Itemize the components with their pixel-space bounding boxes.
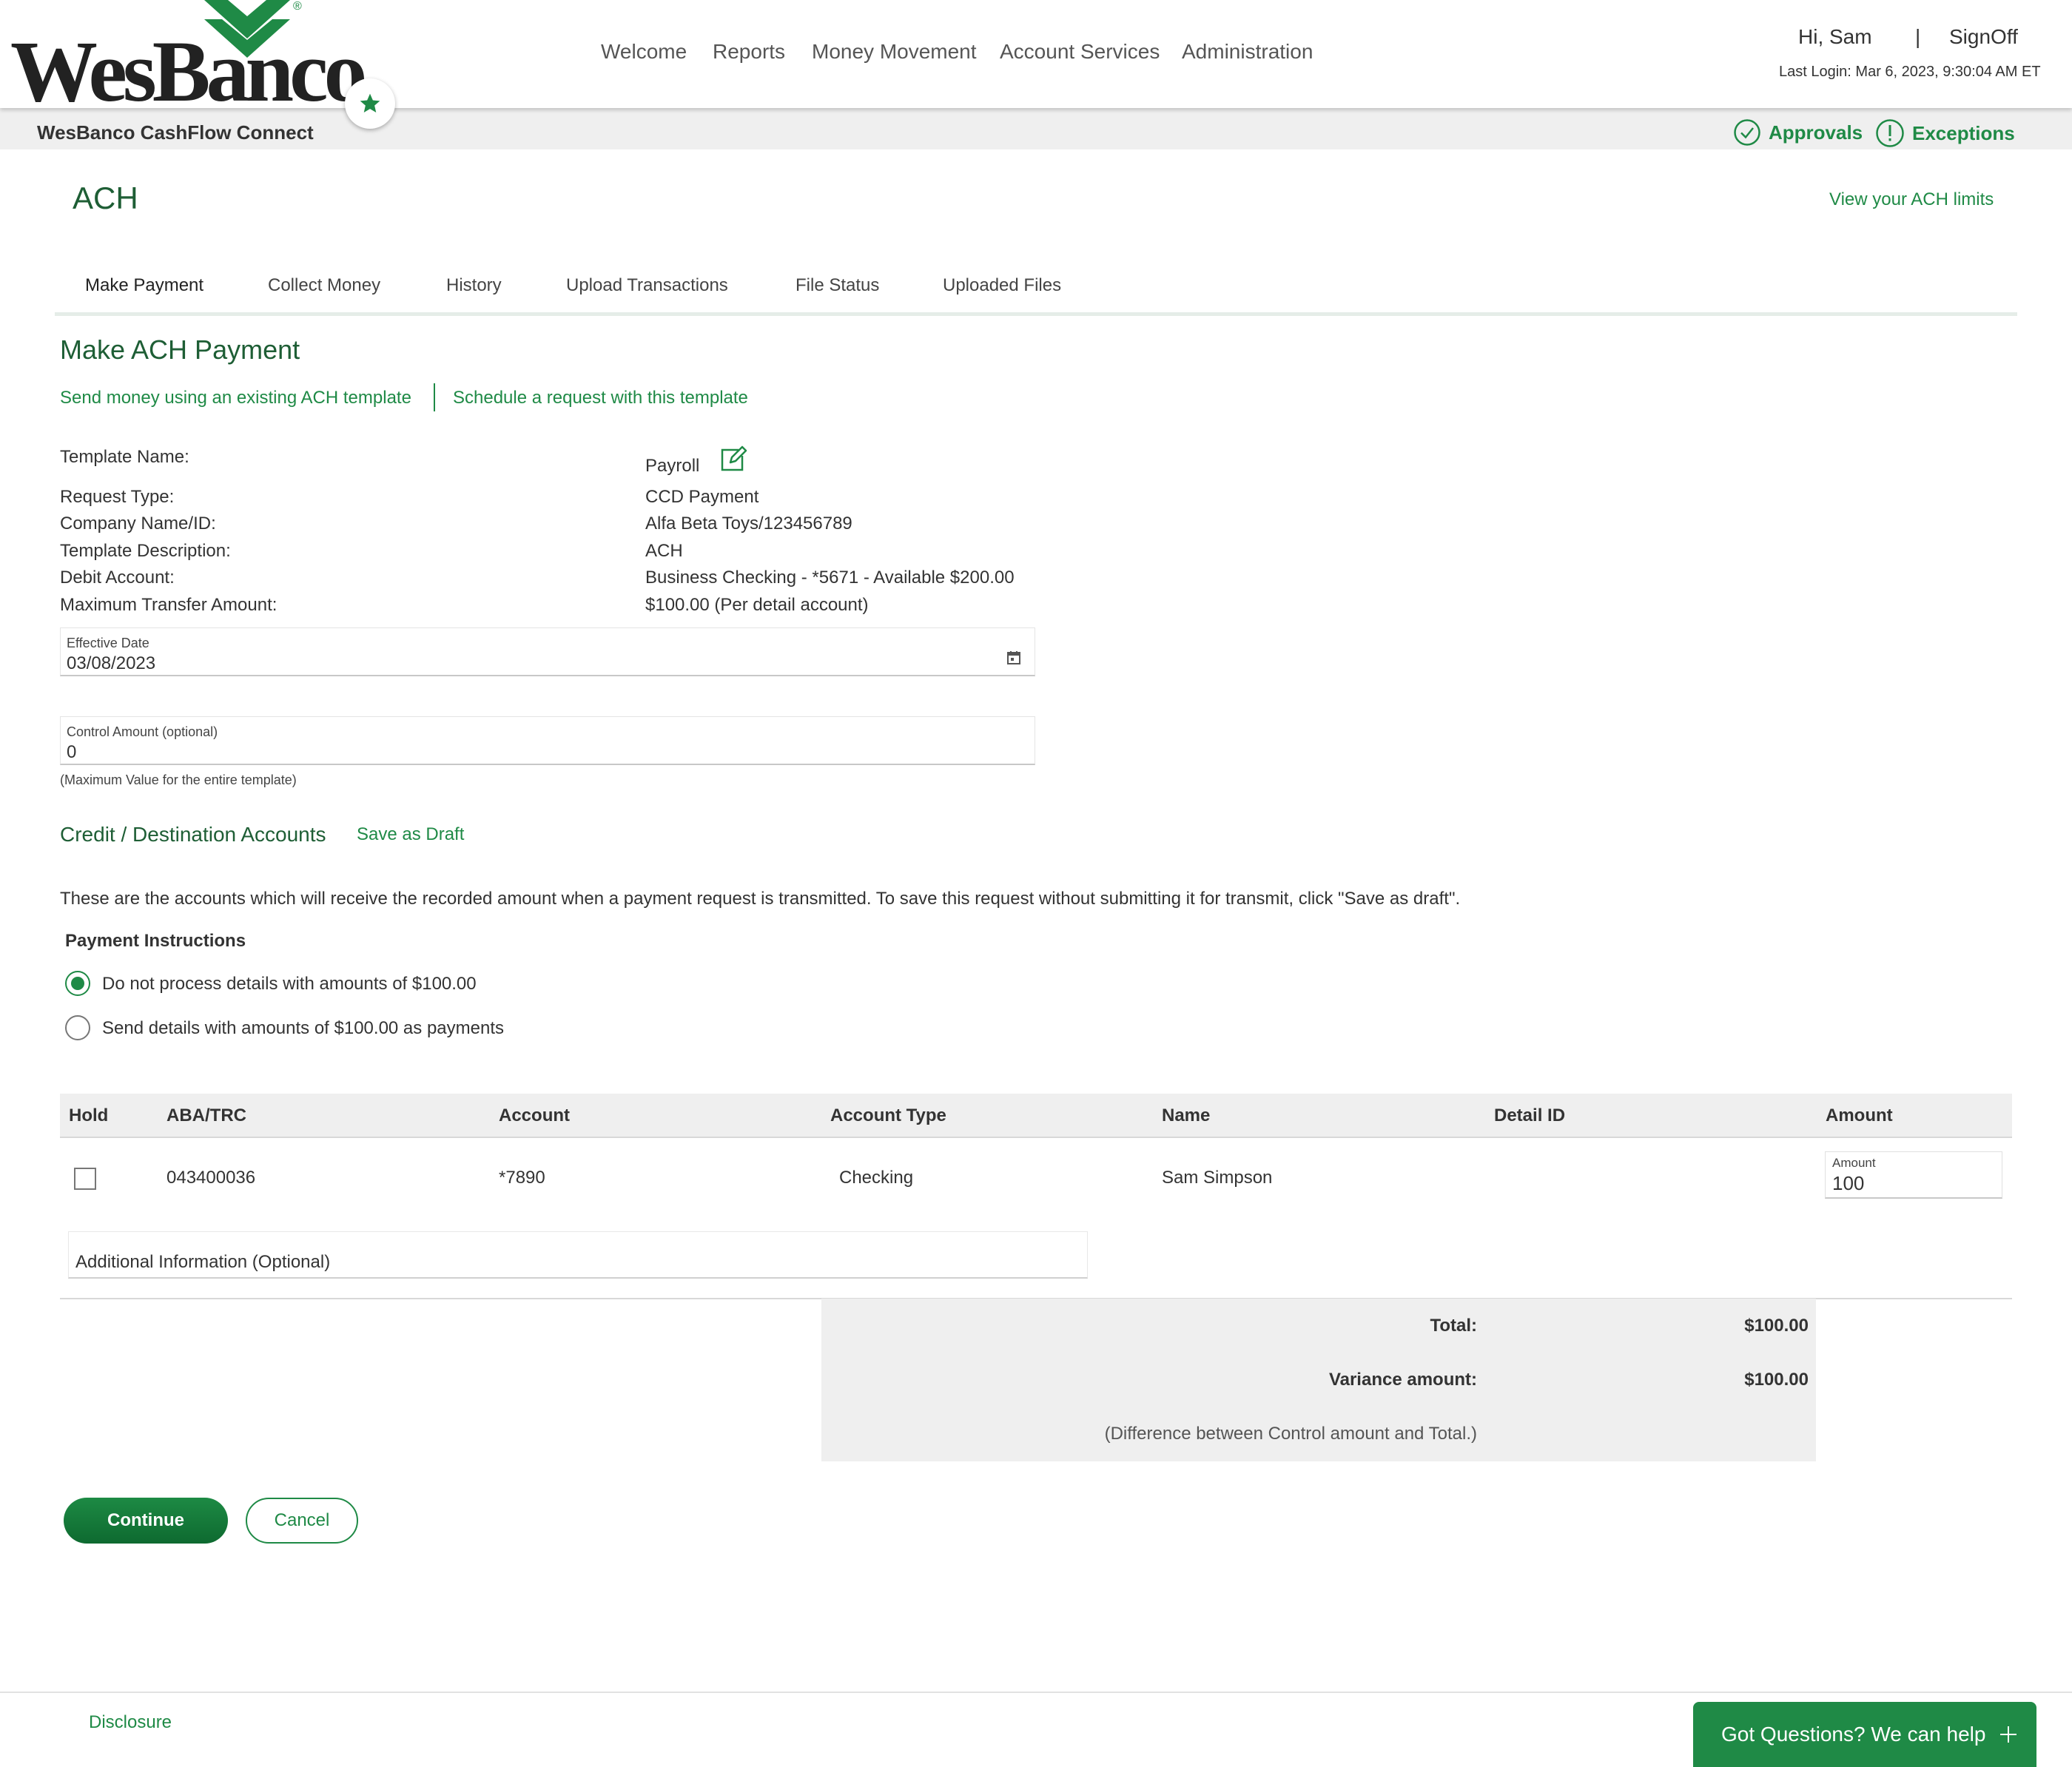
company-label: Company Name/ID: bbox=[60, 514, 216, 534]
section-title: Make ACH Payment bbox=[60, 334, 300, 365]
radio-do-not-process[interactable] bbox=[65, 971, 90, 996]
credit-destination-title: Credit / Destination Accounts bbox=[60, 823, 326, 846]
save-as-draft-link[interactable]: Save as Draft bbox=[357, 824, 464, 845]
request-type-value: CCD Payment bbox=[645, 487, 759, 507]
template-name-value: Payroll bbox=[645, 456, 700, 476]
control-amount-value: 0 bbox=[67, 742, 77, 762]
nav-account-services[interactable]: Account Services bbox=[1000, 40, 1160, 64]
effective-date-value: 03/08/2023 bbox=[67, 653, 156, 673]
amount-input-value[interactable]: 100 bbox=[1832, 1172, 1864, 1195]
additional-info-placeholder[interactable]: Additional Information (Optional) bbox=[75, 1252, 330, 1273]
payment-instructions-title: Payment Instructions bbox=[65, 931, 246, 951]
row-account: *7890 bbox=[499, 1168, 545, 1188]
company-value: Alfa Beta Toys/123456789 bbox=[645, 514, 852, 534]
signoff-link[interactable]: SignOff bbox=[1949, 25, 2018, 49]
effective-date-label: Effective Date bbox=[67, 636, 149, 650]
cancel-button[interactable]: Cancel bbox=[246, 1498, 358, 1544]
check-circle-icon bbox=[1734, 119, 1760, 146]
tab-history[interactable]: History bbox=[446, 275, 502, 296]
nav-money-movement[interactable]: Money Movement bbox=[812, 40, 977, 64]
view-ach-limits-link[interactable]: View your ACH limits bbox=[1829, 189, 1994, 210]
control-amount-hint: (Maximum Value for the entire template) bbox=[60, 773, 297, 787]
col-amount: Amount bbox=[1826, 1105, 1893, 1125]
debit-account-value: Business Checking - *5671 - Available $2… bbox=[645, 568, 1015, 588]
hold-checkbox[interactable] bbox=[74, 1168, 96, 1190]
credit-description: These are the accounts which will receiv… bbox=[60, 889, 1461, 909]
control-amount-field[interactable]: Control Amount (optional) 0 bbox=[60, 716, 1035, 765]
help-chat-button[interactable]: Got Questions? We can help bbox=[1693, 1702, 2036, 1767]
star-icon bbox=[360, 93, 380, 112]
template-description-value: ACH bbox=[645, 541, 683, 561]
nav-reports[interactable]: Reports bbox=[713, 40, 785, 64]
last-login-text: Last Login: Mar 6, 2023, 9:30:04 AM ET bbox=[1779, 64, 2041, 80]
help-chat-label: Got Questions? We can help bbox=[1721, 1723, 1986, 1746]
radio-selected-dot bbox=[71, 977, 84, 990]
col-detail-id: Detail ID bbox=[1494, 1105, 1566, 1125]
control-amount-label: Control Amount (optional) bbox=[67, 724, 218, 739]
approvals-link[interactable]: Approvals bbox=[1733, 118, 1863, 147]
tab-uploaded-files[interactable]: Uploaded Files bbox=[943, 275, 1061, 296]
radio-send-details-label[interactable]: Send details with amounts of $100.00 as … bbox=[102, 1018, 504, 1039]
row-aba: 043400036 bbox=[166, 1168, 256, 1188]
radio-send-details[interactable] bbox=[65, 1015, 90, 1040]
variance-note: (Difference between Control amount and T… bbox=[1104, 1424, 1477, 1444]
link-divider bbox=[434, 383, 435, 411]
nav-administration[interactable]: Administration bbox=[1182, 40, 1313, 64]
existing-template-link[interactable]: Send money using an existing ACH templat… bbox=[60, 388, 411, 408]
max-transfer-value: $100.00 (Per detail account) bbox=[645, 595, 869, 615]
page-title: ACH bbox=[73, 181, 138, 215]
calendar-icon[interactable] bbox=[1006, 650, 1021, 665]
col-hold: Hold bbox=[69, 1105, 109, 1125]
total-label: Total: bbox=[1430, 1316, 1477, 1336]
schedule-request-link[interactable]: Schedule a request with this template bbox=[453, 388, 748, 408]
nav-welcome[interactable]: Welcome bbox=[601, 40, 687, 64]
tab-upload-transactions[interactable]: Upload Transactions bbox=[566, 275, 728, 296]
effective-date-field[interactable]: Effective Date 03/08/2023 bbox=[60, 627, 1035, 676]
continue-button[interactable]: Continue bbox=[64, 1498, 228, 1544]
tab-underline bbox=[55, 312, 2017, 316]
wesbanco-logo[interactable]: WesBanco bbox=[10, 28, 367, 115]
tab-file-status[interactable]: File Status bbox=[796, 275, 879, 296]
total-value: $100.00 bbox=[1744, 1316, 1809, 1336]
footer-divider bbox=[0, 1692, 2072, 1693]
template-description-label: Template Description: bbox=[60, 541, 231, 561]
col-name: Name bbox=[1162, 1105, 1211, 1125]
variance-value: $100.00 bbox=[1744, 1370, 1809, 1390]
edit-icon[interactable] bbox=[719, 445, 747, 472]
row-account-type: Checking bbox=[839, 1168, 914, 1188]
favorite-button[interactable] bbox=[345, 78, 395, 129]
col-aba: ABA/TRC bbox=[166, 1105, 246, 1125]
debit-account-label: Debit Account: bbox=[60, 568, 175, 588]
disclosure-link[interactable]: Disclosure bbox=[89, 1712, 172, 1733]
header-separator: | bbox=[1915, 25, 1921, 48]
user-greeting: Hi, Sam bbox=[1798, 25, 1872, 48]
exclamation-circle-icon bbox=[1876, 119, 1904, 147]
approvals-label: Approvals bbox=[1769, 121, 1863, 144]
row-name: Sam Simpson bbox=[1162, 1168, 1273, 1188]
exceptions-label: Exceptions bbox=[1912, 121, 2015, 144]
template-name-label: Template Name: bbox=[60, 447, 189, 467]
tab-collect-money[interactable]: Collect Money bbox=[268, 275, 380, 296]
radio-do-not-process-label[interactable]: Do not process details with amounts of $… bbox=[102, 974, 477, 994]
amount-input-label: Amount bbox=[1832, 1156, 1876, 1170]
request-type-label: Request Type: bbox=[60, 487, 175, 507]
logo-chevron-icon bbox=[204, 0, 290, 58]
table-header bbox=[60, 1094, 2012, 1138]
top-header: WesBanco ® Welcome Reports Money Movemen… bbox=[0, 0, 2072, 115]
exceptions-link[interactable]: Exceptions bbox=[1875, 118, 2015, 148]
product-name: WesBanco CashFlow Connect bbox=[37, 121, 314, 144]
col-account-type: Account Type bbox=[830, 1105, 946, 1125]
registered-mark: ® bbox=[293, 0, 302, 13]
variance-label: Variance amount: bbox=[1328, 1370, 1477, 1390]
plus-icon bbox=[2000, 1726, 2017, 1743]
col-account: Account bbox=[499, 1105, 570, 1125]
max-transfer-label: Maximum Transfer Amount: bbox=[60, 595, 278, 615]
tab-make-payment[interactable]: Make Payment bbox=[85, 275, 204, 296]
